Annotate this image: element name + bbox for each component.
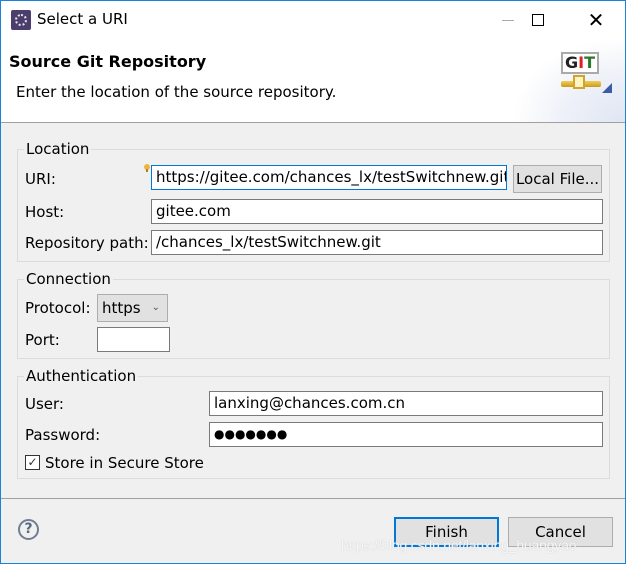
connection-legend: Connection [24, 270, 113, 288]
host-input[interactable]: gitee.com [151, 199, 603, 224]
watermark-text: https://blog.csdn.net/lanxing_huangyao [341, 537, 577, 553]
close-button[interactable]: ✕ [573, 1, 619, 39]
protocol-label: Protocol: [25, 299, 91, 317]
banner-corner-icon [602, 83, 612, 93]
git-logo-icon: GIT [561, 52, 599, 74]
chevron-down-icon: ⌄ [151, 302, 160, 313]
page-title: Source Git Repository [9, 52, 207, 71]
eclipse-app-icon [11, 10, 31, 30]
protocol-select[interactable]: https ⌄ [97, 294, 168, 322]
close-icon: ✕ [587, 8, 605, 32]
title-bar: Select a URI ✕ [1, 1, 625, 39]
port-input[interactable] [97, 327, 170, 352]
user-input[interactable]: lanxing@chances.com.cn [209, 391, 603, 416]
user-label: User: [25, 395, 64, 413]
window-title: Select a URI [37, 10, 128, 28]
checkmark-icon: ✓ [27, 455, 38, 469]
local-file-button[interactable]: Local File... [513, 165, 602, 193]
select-uri-dialog: Select a URI ✕ Source Git Repository Ent… [0, 0, 626, 564]
footer-separator [1, 498, 625, 499]
git-pipe-joint-icon [573, 75, 585, 89]
authentication-legend: Authentication [24, 367, 139, 385]
store-in-secure-store-label[interactable]: Store in Secure Store [45, 454, 204, 472]
repository-path-input[interactable]: /chances_lx/testSwitchnew.git [151, 230, 603, 255]
uri-input[interactable]: https://gitee.com/chances_lx/testSwitchn… [151, 165, 507, 190]
maximize-button[interactable] [515, 1, 561, 39]
minimize-icon [502, 19, 514, 21]
store-in-secure-store-checkbox[interactable]: ✓ [25, 455, 40, 470]
repository-path-label: Repository path: [25, 234, 149, 252]
port-label: Port: [25, 331, 60, 349]
host-label: Host: [25, 203, 65, 221]
content-assist-hint-icon [144, 164, 150, 172]
wizard-header: Source Git Repository Enter the location… [1, 39, 625, 123]
help-icon[interactable]: ? [18, 519, 39, 540]
location-legend: Location [24, 140, 92, 158]
password-input[interactable]: ●●●●●●● [209, 422, 603, 447]
uri-label: URI: [25, 170, 56, 188]
maximize-icon [532, 14, 544, 26]
password-label: Password: [25, 426, 101, 444]
protocol-selected-value: https [102, 299, 141, 317]
page-description: Enter the location of the source reposit… [16, 83, 337, 101]
